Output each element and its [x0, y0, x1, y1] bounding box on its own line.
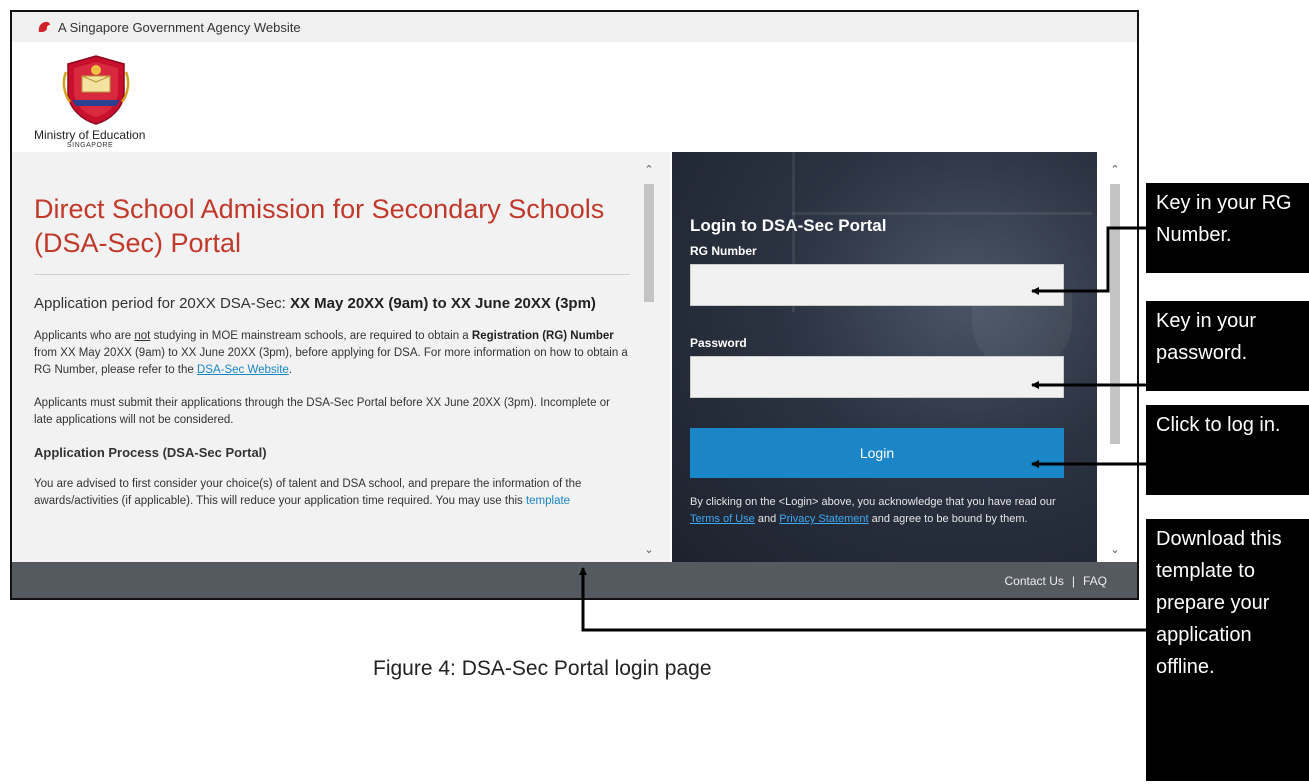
callout-arrows [579, 226, 1146, 632]
template-arrow [579, 567, 1146, 632]
rg-arrow [1031, 226, 1146, 295]
